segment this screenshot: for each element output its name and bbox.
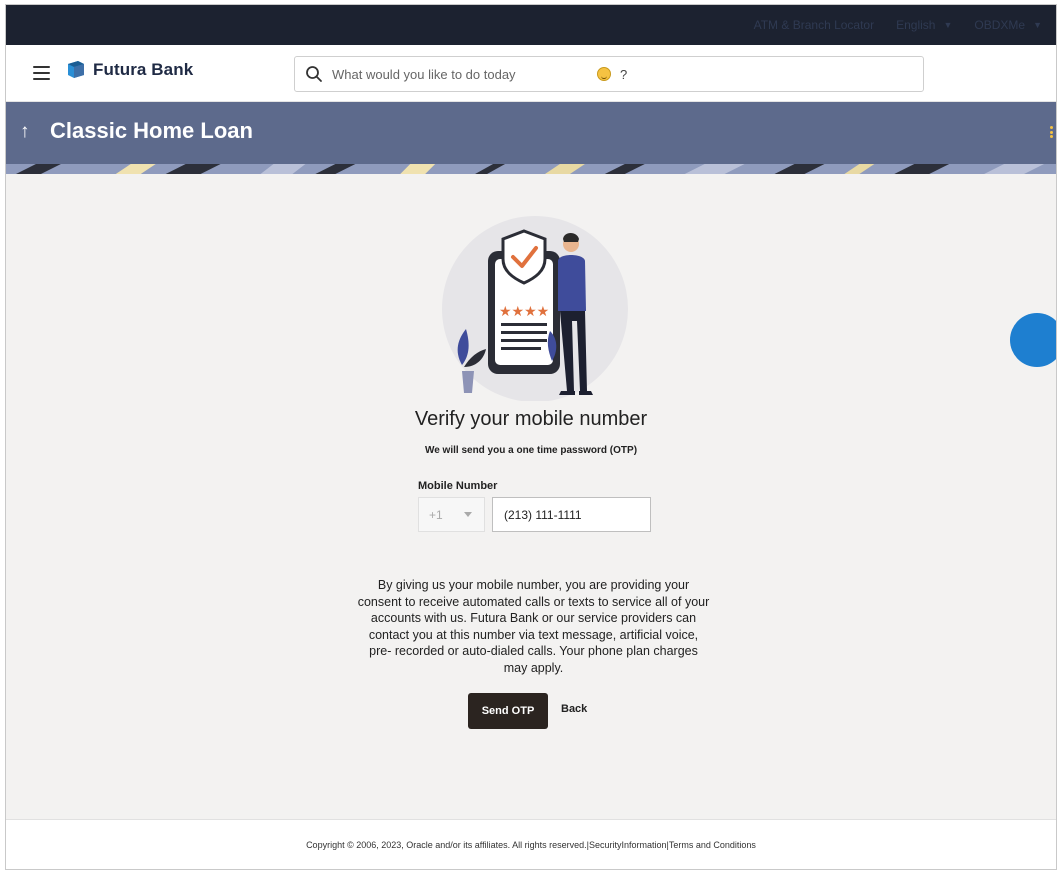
user-name: OBDXMe xyxy=(974,18,1026,32)
verify-title: Verify your mobile number xyxy=(414,408,648,430)
svg-text:★★★★: ★★★★ xyxy=(499,304,549,320)
bank-logo-icon xyxy=(68,61,84,78)
search-bar[interactable]: ? xyxy=(294,56,924,92)
footer: Copyright © 2006, 2023, Oracle and/or it… xyxy=(6,819,1056,869)
chevron-down-icon: ▼ xyxy=(943,20,953,30)
chatbot-button[interactable] xyxy=(1010,313,1056,367)
main-content: ★★★★ Verify your mobile number We will s… xyxy=(6,174,1056,821)
page-banner: ↑ Classic Home Loan xyxy=(6,102,1056,174)
footer-copyright: Copyright © 2006, 2023, Oracle and/or it… xyxy=(306,839,756,850)
mobile-number-label: Mobile Number xyxy=(418,480,498,492)
verify-subtitle: We will send you a one time password (OT… xyxy=(424,445,638,456)
smile-emoji-icon xyxy=(597,67,611,81)
user-menu[interactable]: OBDXMe ▼ xyxy=(974,18,1042,32)
chevron-down-icon: ▼ xyxy=(1033,20,1042,30)
chevron-down-icon xyxy=(464,512,472,517)
brand-name: Futura Bank xyxy=(93,60,194,79)
top-bar: ATM & Branch Locator English ▼ OBDXMe ▼ xyxy=(6,5,1056,45)
header: Futura Bank ? xyxy=(6,45,1056,102)
menu-icon[interactable] xyxy=(33,66,50,80)
kebab-menu-icon[interactable] xyxy=(1050,126,1053,138)
verify-illustration: ★★★★ xyxy=(442,216,628,401)
country-code-select[interactable]: +1 xyxy=(418,497,485,532)
language-select[interactable]: English ▼ xyxy=(896,18,952,32)
country-code-value: +1 xyxy=(429,507,443,522)
search-icon xyxy=(306,66,322,82)
banner-pattern xyxy=(6,164,1056,174)
mobile-number-input[interactable] xyxy=(492,497,651,532)
page-title: Classic Home Loan xyxy=(50,118,253,143)
language-label: English xyxy=(896,18,936,32)
brand[interactable]: Futura Bank xyxy=(66,60,193,80)
back-button[interactable]: Back xyxy=(561,703,587,715)
atm-branch-locator-link[interactable]: ATM & Branch Locator xyxy=(754,18,875,32)
search-suffix: ? xyxy=(620,66,628,82)
send-otp-button[interactable]: Send OTP xyxy=(468,693,548,729)
atm-locator-label: ATM & Branch Locator xyxy=(753,18,875,32)
top-bar-links: ATM & Branch Locator English ▼ OBDXMe ▼ xyxy=(754,5,1042,45)
search-input[interactable] xyxy=(332,66,592,82)
back-arrow-icon[interactable]: ↑ xyxy=(20,121,30,143)
consent-text: By giving us your mobile number, you are… xyxy=(357,578,710,675)
app-frame: ATM & Branch Locator English ▼ OBDXMe ▼ Fu… xyxy=(5,4,1057,870)
